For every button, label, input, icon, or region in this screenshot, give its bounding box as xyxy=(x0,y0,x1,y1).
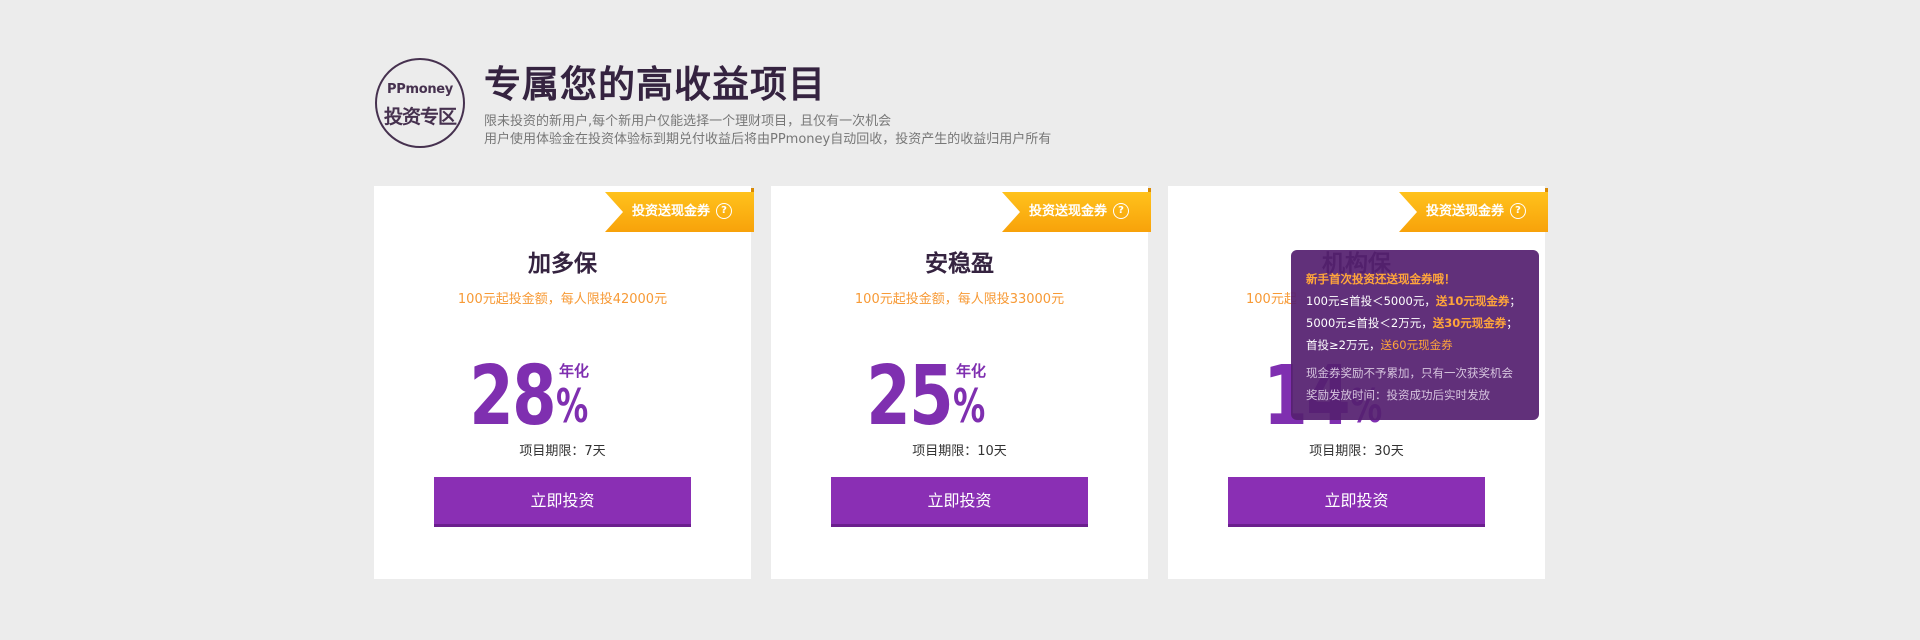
tooltip-tier-1: 100元≤首投＜5000元，送10元现金券； xyxy=(1306,290,1539,312)
tier-condition: 5000元≤首投＜2万元， xyxy=(1306,316,1433,330)
product-card-anwenying: 投资送现金券? 安稳盈 100元起投金额，每人限投33000元 25 年化 % … xyxy=(771,186,1151,579)
tooltip-heading: 新手首次投资还送现金券哦！ xyxy=(1306,272,1456,286)
tooltip-note: 现金券奖励不予累加，只有一次获奖机会 xyxy=(1306,366,1513,380)
subtitle-note: 用户使用体验金在投资体验标到期兑付收益后将由PPmoney自动回收，投资产生的收… xyxy=(484,132,1052,147)
invest-now-button[interactable]: 立即投资 xyxy=(831,477,1088,527)
product-name: 加多保 xyxy=(528,251,597,277)
cash-coupon-ribbon[interactable]: 投资送现金券? xyxy=(1002,192,1151,232)
rate-percent: % xyxy=(556,379,589,433)
ribbon-fold xyxy=(1545,188,1548,192)
cash-coupon-ribbon[interactable]: 投资送现金券? xyxy=(605,192,754,232)
product-desc: 100元起投金额，每人限投42000元 xyxy=(457,292,668,307)
ribbon-fold xyxy=(1148,188,1151,192)
page-title: 专属您的高收益项目 xyxy=(484,63,826,106)
ribbon-fold xyxy=(751,188,754,192)
question-icon[interactable]: ? xyxy=(1510,202,1527,219)
tier-condition: 100元≤首投＜5000元， xyxy=(1306,294,1436,308)
subtitle-rule: 限未投资的新用户,每个新用户仅能选择一个理财项目，且仅有一次机会 xyxy=(484,114,892,129)
logo-section: 投资专区 xyxy=(383,106,457,128)
ribbon-label: 投资送现金券 xyxy=(632,204,711,219)
annual-rate: 25 年化 % xyxy=(771,352,1148,442)
cash-coupon-ribbon[interactable]: 投资送现金券? xyxy=(1399,192,1548,232)
ribbon-label: 投资送现金券 xyxy=(1029,204,1108,219)
tier-reward: 送10元现金券 xyxy=(1435,294,1510,308)
question-icon[interactable]: ? xyxy=(1113,202,1130,219)
tooltip-note: 奖励发放时间：投资成功后实时发放 xyxy=(1306,388,1490,402)
tier-condition: 首投≥2万元， xyxy=(1306,338,1381,352)
project-term: 项目期限：30天 xyxy=(1309,444,1404,459)
invest-now-button[interactable]: 立即投资 xyxy=(434,477,691,527)
product-card-jiaduobao: 投资送现金券? 加多保 100元起投金额，每人限投42000元 28 年化 % … xyxy=(374,186,754,579)
tooltip-tier-3: 首投≥2万元，送60元现金券 xyxy=(1306,334,1539,356)
tier-sep: ； xyxy=(1509,294,1521,308)
invest-now-button[interactable]: 立即投资 xyxy=(1228,477,1485,527)
tier-reward: 送60元现金券 xyxy=(1380,338,1453,352)
cash-coupon-tooltip: 新手首次投资还送现金券哦！ 100元≤首投＜5000元，送10元现金券； 500… xyxy=(1291,250,1539,420)
project-term: 项目期限：10天 xyxy=(912,444,1007,459)
product-name: 安稳盈 xyxy=(925,251,994,277)
rate-value: 25 xyxy=(866,349,953,444)
product-desc: 100元起 xyxy=(1246,292,1297,307)
tier-sep: ； xyxy=(1506,316,1518,330)
tier-reward: 送30元现金券 xyxy=(1432,316,1507,330)
ribbon-label: 投资送现金券 xyxy=(1426,204,1505,219)
question-icon[interactable]: ? xyxy=(716,202,733,219)
rate-value: 28 xyxy=(469,349,556,444)
project-term: 项目期限：7天 xyxy=(519,444,606,459)
tooltip-tier-2: 5000元≤首投＜2万元，送30元现金券； xyxy=(1306,312,1539,334)
rate-percent: % xyxy=(953,379,986,433)
product-desc: 100元起投金额，每人限投33000元 xyxy=(854,292,1065,307)
logo-brand: PPmoney xyxy=(387,82,453,97)
ppmoney-logo: PPmoney 投资专区 xyxy=(375,58,465,148)
annual-rate: 28 年化 % xyxy=(374,352,751,442)
